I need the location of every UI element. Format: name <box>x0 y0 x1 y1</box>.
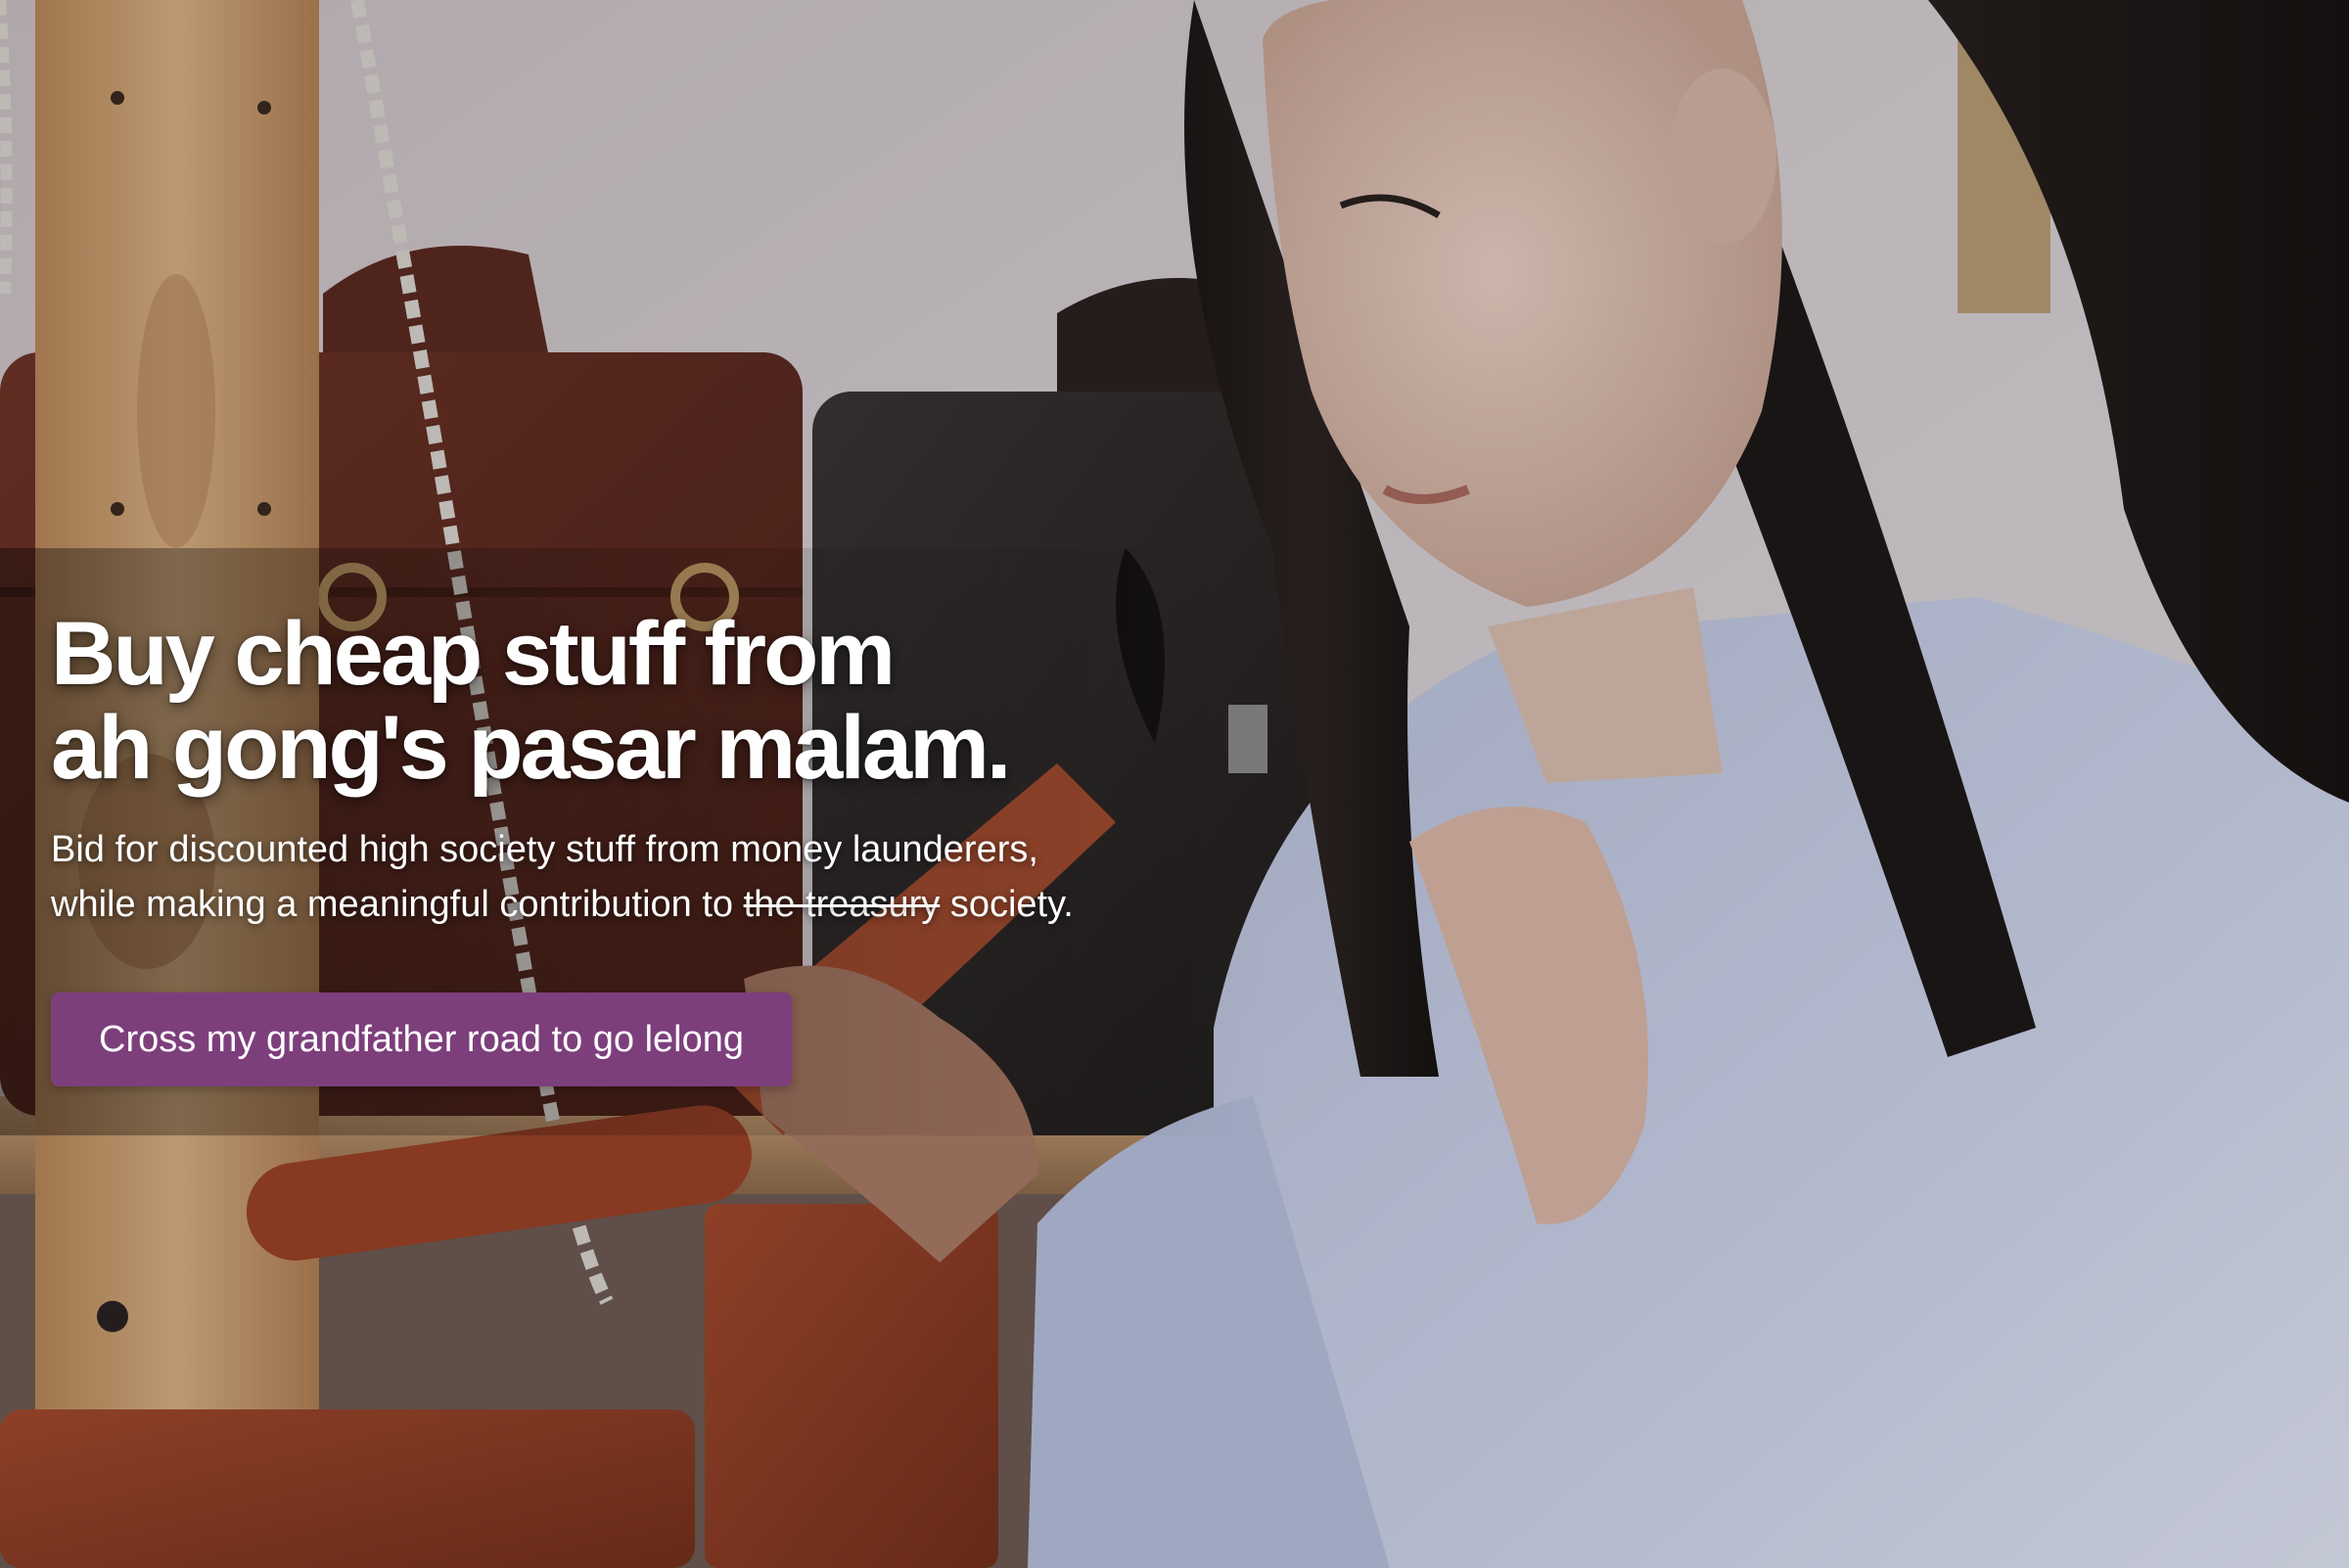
subhead-line-2-end: society. <box>940 884 1074 925</box>
hero-subheadline: Bid for discounted high society stuff fr… <box>51 822 1225 932</box>
headline-line-2: ah gong's pasar malam. <box>51 698 1011 798</box>
hero-headline: Buy cheap stuff from ah gong's pasar mal… <box>51 607 1225 795</box>
subhead-line-2-text: while making a meaningful contribution t… <box>51 884 744 925</box>
cta-button[interactable]: Cross my grandfather road to go lelong <box>51 992 793 1086</box>
subhead-line-1: Bid for discounted high society stuff fr… <box>51 829 1038 870</box>
struck-through-text: the treasury <box>743 884 941 925</box>
headline-line-1: Buy cheap stuff from <box>51 604 896 704</box>
hero-section: Buy cheap stuff from ah gong's pasar mal… <box>0 0 2349 1568</box>
subhead-line-2: while making a meaningful contribution t… <box>51 877 1225 932</box>
hero-copy: Buy cheap stuff from ah gong's pasar mal… <box>51 607 1225 1086</box>
